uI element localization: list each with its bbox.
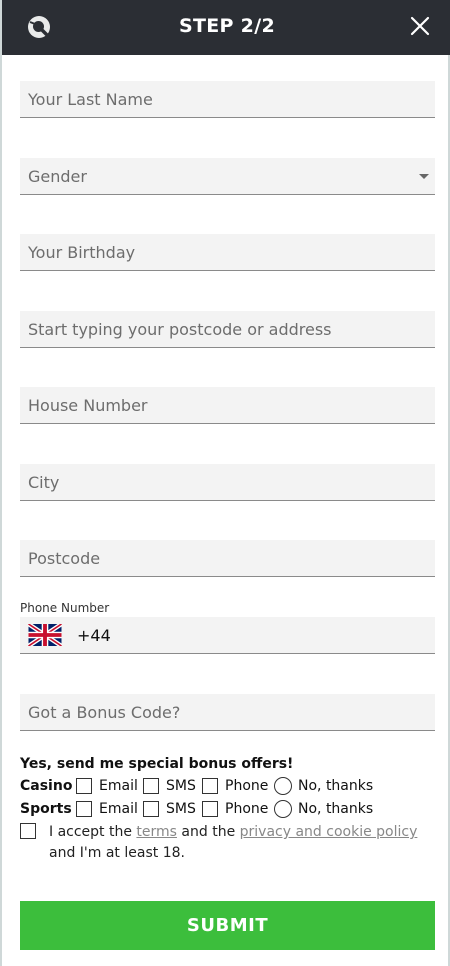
casino-label: Casino xyxy=(20,778,73,794)
gender-placeholder: Gender xyxy=(28,167,87,186)
birthday-field[interactable]: Your Birthday xyxy=(20,234,435,271)
sports-phone-label: Phone xyxy=(225,801,269,817)
sports-phone-checkbox[interactable] xyxy=(202,801,218,817)
close-icon[interactable] xyxy=(408,14,432,38)
bonus-code-placeholder: Got a Bonus Code? xyxy=(28,703,181,722)
phone-number-field[interactable]: +44 xyxy=(20,617,435,654)
casino-no-thanks-radio[interactable] xyxy=(274,777,292,795)
sports-sms-checkbox[interactable] xyxy=(143,801,159,817)
house-number-field[interactable]: House Number xyxy=(20,387,435,424)
city-placeholder: City xyxy=(28,473,60,492)
casino-sms-checkbox[interactable] xyxy=(143,778,159,794)
last-name-placeholder: Your Last Name xyxy=(28,90,153,109)
sports-no-thanks-label: No, thanks xyxy=(298,801,374,817)
header-bar: STEP 2/2 xyxy=(2,0,450,55)
terms-suffix: and I'm at least 18. xyxy=(49,845,185,861)
sports-email-label: Email xyxy=(99,801,138,817)
casino-no-thanks-label: No, thanks xyxy=(298,778,374,794)
casino-email-label: Email xyxy=(99,778,138,794)
address-placeholder: Start typing your postcode or address xyxy=(28,320,332,339)
dial-code: +44 xyxy=(77,626,111,645)
privacy-policy-link[interactable]: privacy and cookie policy xyxy=(240,824,418,840)
casino-phone-checkbox[interactable] xyxy=(202,778,218,794)
sports-label: Sports xyxy=(20,801,72,817)
submit-button[interactable]: SUBMIT xyxy=(20,901,435,950)
terms-checkbox[interactable] xyxy=(20,823,36,839)
sports-email-checkbox[interactable] xyxy=(76,801,92,817)
sports-no-thanks-radio[interactable] xyxy=(274,800,292,818)
house-number-placeholder: House Number xyxy=(28,396,148,415)
uk-flag-icon[interactable] xyxy=(28,624,62,646)
sports-sms-label: SMS xyxy=(166,801,196,817)
registration-panel: STEP 2/2 Your Last Name Gender Your Birt… xyxy=(0,0,450,966)
terms-middle: and the xyxy=(181,824,236,840)
postcode-placeholder: Postcode xyxy=(28,549,101,568)
city-field[interactable]: City xyxy=(20,464,435,501)
chevron-down-icon xyxy=(419,174,429,179)
casino-sms-label: SMS xyxy=(166,778,196,794)
address-search-field[interactable]: Start typing your postcode or address xyxy=(20,311,435,348)
birthday-placeholder: Your Birthday xyxy=(28,243,136,262)
bonus-code-field[interactable]: Got a Bonus Code? xyxy=(20,694,435,731)
terms-prefix: I accept the xyxy=(49,824,132,840)
last-name-field[interactable]: Your Last Name xyxy=(20,81,435,118)
offers-heading: Yes, send me special bonus offers! xyxy=(20,756,294,772)
phone-number-label: Phone Number xyxy=(20,601,110,615)
terms-text: I accept the terms and the privacy and c… xyxy=(49,822,429,864)
terms-link[interactable]: terms xyxy=(136,824,177,840)
casino-email-checkbox[interactable] xyxy=(76,778,92,794)
page-title: STEP 2/2 xyxy=(179,15,275,37)
casino-phone-label: Phone xyxy=(225,778,269,794)
gender-select[interactable]: Gender xyxy=(20,158,435,195)
postcode-field[interactable]: Postcode xyxy=(20,540,435,577)
